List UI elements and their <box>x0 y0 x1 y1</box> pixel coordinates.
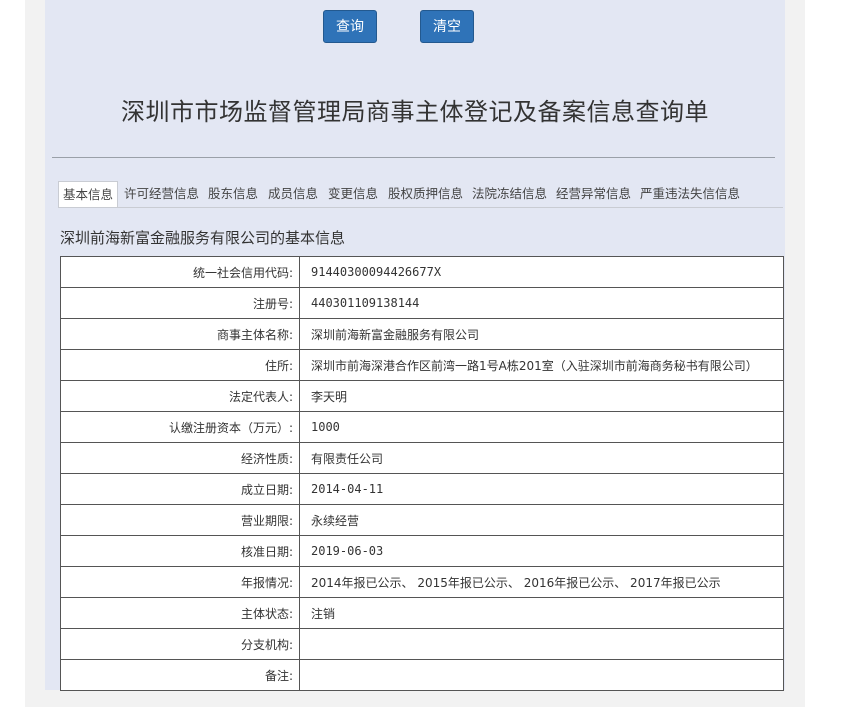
tab-serious-violation-info[interactable]: 严重违法失信信息 <box>640 181 740 207</box>
table-row: 备注: <box>60 659 784 691</box>
table-row: 营业期限: 永续经营 <box>60 504 784 536</box>
row-value: 440301109138144 <box>299 287 784 319</box>
table-row: 年报情况: 2014年报已公示、 2015年报已公示、 2016年报已公示、 2… <box>60 566 784 598</box>
row-value <box>299 659 784 691</box>
row-value: 有限责任公司 <box>299 442 784 474</box>
row-value: 深圳前海新富金融服务有限公司 <box>299 318 784 350</box>
table-row: 商事主体名称: 深圳前海新富金融服务有限公司 <box>60 318 784 350</box>
table-row: 核准日期: 2019-06-03 <box>60 535 784 567</box>
row-value: 2019-06-03 <box>299 535 784 567</box>
basic-info-table: 统一社会信用代码: 91440300094426677X 注册号: 440301… <box>60 256 784 691</box>
page-title: 深圳市市场监督管理局商事主体登记及备案信息查询单 <box>121 98 709 126</box>
tab-member-info[interactable]: 成员信息 <box>268 181 318 207</box>
bottom-margin-band <box>25 690 805 707</box>
table-row: 统一社会信用代码: 91440300094426677X <box>60 256 784 288</box>
table-row: 经济性质: 有限责任公司 <box>60 442 784 474</box>
tab-abnormal-operation-info[interactable]: 经营异常信息 <box>556 181 631 207</box>
row-value: 91440300094426677X <box>299 256 784 288</box>
row-value: 1000 <box>299 411 784 443</box>
table-row: 注册号: 440301109138144 <box>60 287 784 319</box>
tab-shareholder-info[interactable]: 股东信息 <box>208 181 258 207</box>
row-label: 认缴注册资本（万元）: <box>60 411 300 443</box>
left-margin-band <box>25 0 45 707</box>
row-label: 经济性质: <box>60 442 300 474</box>
row-label: 核准日期: <box>60 535 300 567</box>
row-label: 成立日期: <box>60 473 300 505</box>
right-margin-band <box>785 0 805 707</box>
row-value: 注销 <box>299 597 784 629</box>
table-row: 分支机构: <box>60 628 784 660</box>
row-label: 年报情况: <box>60 566 300 598</box>
row-label: 营业期限: <box>60 504 300 536</box>
clear-button[interactable]: 清空 <box>420 10 474 43</box>
table-row: 成立日期: 2014-04-11 <box>60 473 784 505</box>
row-label: 商事主体名称: <box>60 318 300 350</box>
row-label: 分支机构: <box>60 628 300 660</box>
table-row: 住所: 深圳市前海深港合作区前湾一路1号A栋201室（入驻深圳市前海商务秘书有限… <box>60 349 784 381</box>
row-label: 法定代表人: <box>60 380 300 412</box>
tab-change-info[interactable]: 变更信息 <box>328 181 378 207</box>
row-value: 2014-04-11 <box>299 473 784 505</box>
tab-license-info[interactable]: 许可经营信息 <box>124 181 199 207</box>
row-value: 李天明 <box>299 380 784 412</box>
row-value <box>299 628 784 660</box>
tab-court-freeze-info[interactable]: 法院冻结信息 <box>472 181 547 207</box>
row-value: 深圳市前海深港合作区前湾一路1号A栋201室（入驻深圳市前海商务秘书有限公司） <box>299 349 784 381</box>
row-label: 注册号: <box>60 287 300 319</box>
row-label: 住所: <box>60 349 300 381</box>
row-value: 永续经营 <box>299 504 784 536</box>
query-button[interactable]: 查询 <box>323 10 377 43</box>
section-title: 深圳前海新富金融服务有限公司的基本信息 <box>60 229 346 247</box>
tab-equity-pledge-info[interactable]: 股权质押信息 <box>388 181 463 207</box>
row-value: 2014年报已公示、 2015年报已公示、 2016年报已公示、 2017年报已… <box>299 566 784 598</box>
row-label: 统一社会信用代码: <box>60 256 300 288</box>
tab-basic-info[interactable]: 基本信息 <box>58 181 119 207</box>
table-row: 主体状态: 注销 <box>60 597 784 629</box>
row-label: 备注: <box>60 659 300 691</box>
title-divider <box>52 157 775 158</box>
table-row: 认缴注册资本（万元）: 1000 <box>60 411 784 443</box>
row-label: 主体状态: <box>60 597 300 629</box>
info-tabs: 基本信息 许可经营信息 股东信息 成员信息 变更信息 股权质押信息 法院冻结信息… <box>58 181 783 208</box>
table-row: 法定代表人: 李天明 <box>60 380 784 412</box>
